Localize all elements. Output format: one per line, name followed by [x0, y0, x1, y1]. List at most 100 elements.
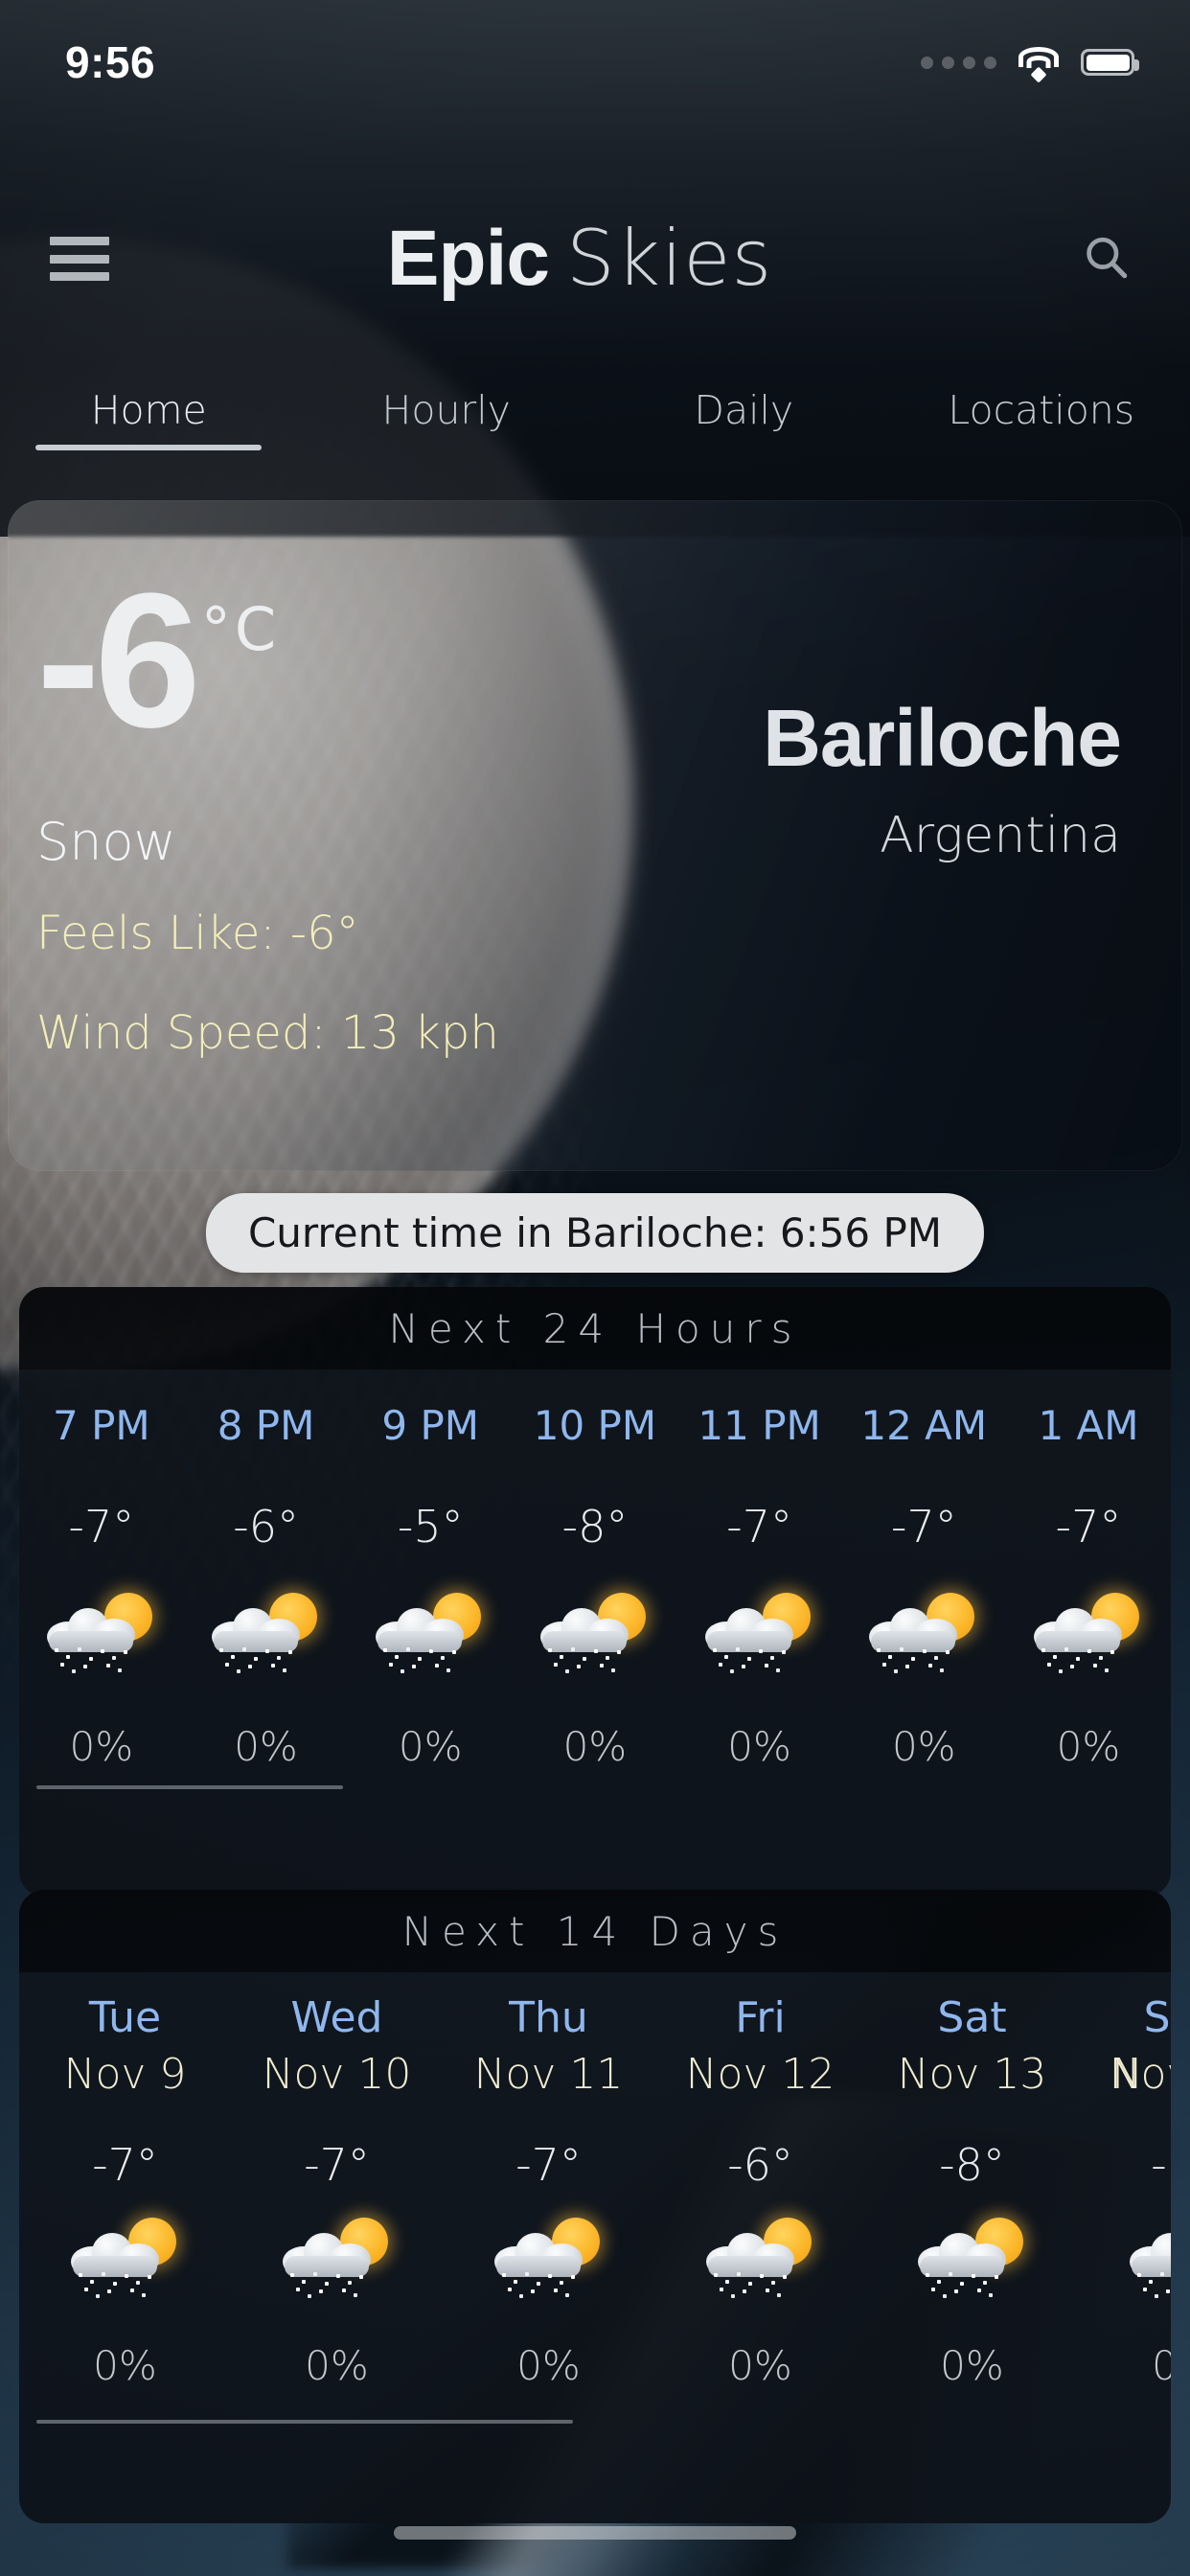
hourly-precipitation: 0%	[727, 1723, 791, 1770]
hourly-panel-header: Next 24 Hours	[19, 1287, 1171, 1369]
hourly-condition-icon	[184, 1552, 349, 1679]
daily-date: Nov 10	[262, 2050, 412, 2099]
app-header: Epic Skies	[0, 182, 1190, 335]
location-city: Bariloche	[763, 693, 1122, 783]
snow-sun-icon	[1032, 1591, 1145, 1679]
app-title: Epic Skies	[98, 219, 1062, 298]
search-icon[interactable]	[1073, 225, 1140, 292]
app-title-light: Skies	[565, 214, 773, 303]
hourly-time: 11 PM	[698, 1402, 821, 1449]
snow-sun-icon	[45, 1591, 158, 1679]
snow-sun-icon	[916, 2216, 1029, 2304]
daily-item[interactable]: Thu Nov 11 -7° 0%	[443, 1972, 654, 2389]
hourly-time: 8 PM	[217, 1402, 315, 1449]
hourly-precipitation: 0%	[891, 1723, 956, 1770]
status-bar: 9:56	[0, 0, 1190, 125]
hourly-precipitation: 0%	[562, 1723, 628, 1770]
hourly-precipitation: 0%	[234, 1723, 298, 1770]
hourly-precipitation: 0%	[1056, 1723, 1121, 1770]
hourly-precipitation: 0%	[398, 1723, 463, 1770]
snow-sun-icon	[210, 1591, 323, 1679]
tab-bar: Home Hourly Daily Locations	[0, 364, 1190, 479]
hourly-time: 10 PM	[533, 1402, 657, 1449]
daily-temperature: -7°	[515, 2139, 582, 2191]
daily-item[interactable]: Wed Nov 10 -7° 0%	[231, 1972, 443, 2389]
home-indicator-bar	[394, 2526, 796, 2540]
daily-partial-next-column: N	[1111, 1972, 1169, 2099]
hourly-item[interactable]: 1 AM -7° 0%	[1006, 1369, 1171, 1770]
hourly-forecast-scroller[interactable]: 7 PM -7° 0% 8 PM -6° 0% 9 PM -5° 0% 10 PM -8° 0% 11 …	[19, 1369, 1171, 1897]
hourly-temperature: -7°	[726, 1501, 793, 1552]
daily-day-name: Thu	[509, 1993, 588, 2042]
hourly-panel-title: Next 24 Hours	[388, 1304, 802, 1352]
daily-date: Nov 13	[897, 2050, 1047, 2099]
daily-precipitation: 0%	[728, 2342, 792, 2389]
status-bar-clock: 9:56	[65, 37, 156, 87]
daily-item[interactable]: Tue Nov 9 -7° 0%	[19, 1972, 231, 2389]
hourly-condition-icon	[513, 1552, 677, 1679]
daily-precipitation: 0%	[940, 2342, 1004, 2389]
hourly-time: 7 PM	[53, 1402, 150, 1449]
hourly-forecast-panel: Next 24 Hours 7 PM -7° 0% 8 PM -6° 0% 9 PM -5° 0…	[19, 1287, 1171, 1897]
hourly-condition-icon	[1006, 1552, 1171, 1679]
snow-sun-icon	[281, 2216, 394, 2304]
daily-precipitation: 0%	[516, 2342, 581, 2389]
snow-sun-icon	[538, 1591, 652, 1679]
hourly-temperature: -8°	[561, 1501, 629, 1552]
current-condition: Snow	[36, 812, 176, 872]
hourly-item[interactable]: 12 AM -7° 0%	[841, 1369, 1006, 1770]
daily-item[interactable]: Fri Nov 12 -6° 0%	[654, 1972, 866, 2389]
daily-day-name: Fri	[735, 1993, 786, 2042]
battery-full-icon	[1081, 49, 1139, 76]
current-temperature-value: -6	[36, 554, 201, 768]
hourly-time: 12 AM	[860, 1402, 988, 1449]
daily-item[interactable]: Sat Nov 13 -8° 0%	[866, 1972, 1078, 2389]
hourly-condition-icon	[348, 1552, 513, 1679]
daily-temperature: -6°	[1151, 2139, 1171, 2191]
tab-home[interactable]: Home	[0, 364, 298, 450]
daily-date: Nov 11	[473, 2050, 624, 2099]
hourly-precipitation: 0%	[69, 1723, 134, 1770]
hourly-item[interactable]: 10 PM -8° 0%	[513, 1369, 677, 1770]
daily-temperature: -6°	[727, 2139, 793, 2191]
daily-panel-header: Next 14 Days	[19, 1890, 1171, 1972]
hourly-temperature: -7°	[68, 1501, 135, 1552]
daily-date: Nov 9	[63, 2050, 187, 2099]
hourly-temperature: -6°	[233, 1501, 299, 1552]
status-bar-indicators	[921, 47, 1139, 83]
location-country: Argentina	[880, 807, 1121, 864]
daily-scroll-indicator[interactable]	[36, 2420, 573, 2424]
daily-temperature: -7°	[304, 2139, 370, 2191]
daily-condition-icon	[1078, 2191, 1171, 2304]
hourly-temperature: -7°	[1055, 1501, 1122, 1552]
tab-locations[interactable]: Locations	[893, 364, 1190, 433]
hourly-item[interactable]: 7 PM -7° 0%	[19, 1369, 184, 1770]
temperature-unit: °C	[200, 594, 281, 664]
hourly-row: 7 PM -7° 0% 8 PM -6° 0% 9 PM -5° 0% 10 PM -8° 0% 11 …	[19, 1369, 1171, 1770]
signal-strength-icon	[921, 56, 996, 69]
snow-sun-icon	[867, 1591, 980, 1679]
hourly-item[interactable]: 8 PM -6° 0%	[184, 1369, 349, 1770]
tab-daily[interactable]: Daily	[595, 364, 893, 433]
hourly-item[interactable]: 9 PM -5° 0%	[348, 1369, 513, 1770]
daily-day-name: Wed	[290, 1993, 383, 2042]
daily-day-name: Sat	[937, 1993, 1007, 2042]
daily-panel-title: Next 14 Days	[401, 1907, 789, 1955]
snow-sun-icon	[1128, 2216, 1171, 2304]
hourly-temperature: -7°	[890, 1501, 957, 1552]
daily-precipitation: 0%	[305, 2342, 369, 2389]
current-weather-card[interactable]: -6 °C Snow Feels Like: -6° Wind Speed: 1…	[8, 500, 1182, 1171]
app-title-bold: Epic	[386, 215, 550, 302]
hourly-item[interactable]: 11 PM -7° 0%	[677, 1369, 842, 1770]
hourly-time: 1 AM	[1038, 1402, 1139, 1449]
daily-condition-icon	[866, 2191, 1078, 2304]
hourly-scroll-indicator[interactable]	[36, 1785, 343, 1789]
tab-hourly[interactable]: Hourly	[298, 364, 596, 433]
daily-temperature: -7°	[92, 2139, 158, 2191]
daily-partial-date: N	[1111, 2050, 1143, 2099]
snow-sun-icon	[374, 1591, 487, 1679]
daily-condition-icon	[654, 2191, 866, 2304]
daily-forecast-scroller[interactable]: Tue Nov 9 -7° 0% Wed Nov 10 -7° 0% Thu Nov 11 -7° 0…	[19, 1972, 1171, 2523]
current-temperature: -6 °C	[36, 554, 281, 768]
daily-condition-icon	[231, 2191, 443, 2304]
